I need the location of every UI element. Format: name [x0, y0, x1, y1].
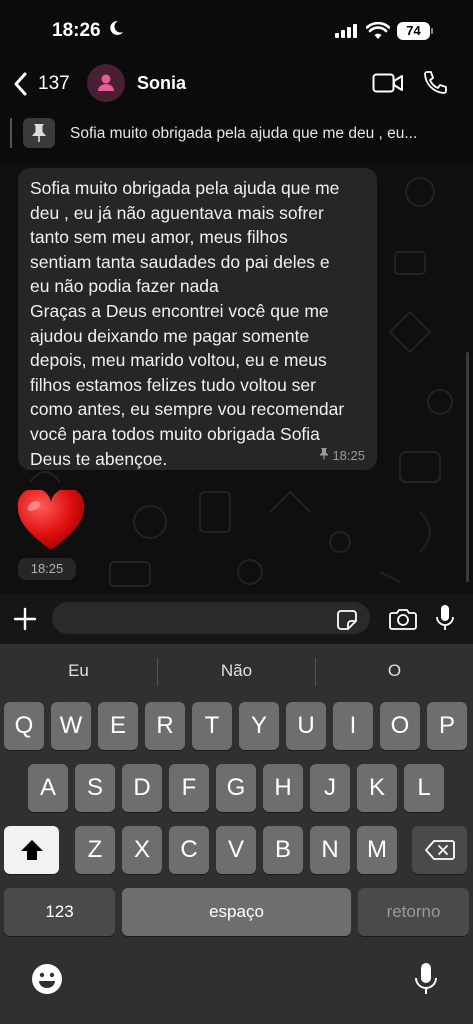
shift-key[interactable]	[4, 826, 59, 874]
video-call-icon[interactable]	[372, 72, 404, 99]
key-t[interactable]: T	[192, 702, 232, 750]
sticker-icon[interactable]	[337, 610, 357, 635]
battery-tip	[431, 28, 433, 34]
suggestion-1[interactable]: Eu	[0, 644, 157, 698]
space-key[interactable]: espaço	[122, 888, 351, 936]
suggestion-2[interactable]: Não	[158, 644, 315, 698]
unread-count[interactable]: 137	[38, 73, 70, 95]
message-bubble[interactable]: Sofia muito obrigada pela ajuda que me d…	[18, 168, 377, 470]
status-time: 18:26	[52, 20, 101, 41]
message-line: sentiam tanta saudades do pai deles e	[30, 251, 330, 272]
key-u[interactable]: U	[286, 702, 326, 750]
message-line: ajudou deixando me pagar somente	[30, 325, 310, 346]
heart-message-timestamp: 18:25	[18, 558, 76, 580]
message-line: Graças a Deus encontrei você que me	[30, 300, 329, 321]
message-line: você para todos muito obrigada Sofia	[30, 423, 320, 444]
message-text: Sofia muito obrigada pela ajuda que me d…	[30, 176, 370, 471]
pinned-message-text: Sofia muito obrigada pela ajuda que me d…	[70, 125, 418, 142]
message-line: eu não podia fazer nada	[30, 276, 219, 297]
phone-call-icon[interactable]	[422, 70, 448, 101]
message-input[interactable]	[52, 602, 370, 634]
key-z[interactable]: Z	[75, 826, 115, 874]
key-g[interactable]: G	[216, 764, 256, 812]
key-m[interactable]: M	[357, 826, 397, 874]
shift-arrow-icon	[20, 840, 43, 860]
wifi-icon	[365, 21, 391, 45]
message-timestamp: 18:25	[319, 448, 365, 463]
pin-icon	[319, 448, 329, 463]
key-a[interactable]: A	[28, 764, 68, 812]
key-v[interactable]: V	[216, 826, 256, 874]
heart-emoji-message[interactable]	[16, 488, 86, 552]
plus-icon[interactable]	[12, 606, 38, 637]
scroll-indicator[interactable]	[466, 352, 469, 582]
cellular-signal-icon	[335, 24, 359, 43]
key-w[interactable]: W	[51, 702, 91, 750]
return-key[interactable]: retorno	[358, 888, 469, 936]
dictation-microphone-icon[interactable]	[413, 962, 439, 1001]
key-o[interactable]: O	[380, 702, 420, 750]
message-line: depois, meu marido voltou, eu e meus	[30, 350, 327, 371]
pinned-message-banner[interactable]: Sofia muito obrigada pela ajuda que me d…	[0, 110, 473, 162]
key-q[interactable]: Q	[4, 702, 44, 750]
key-c[interactable]: C	[169, 826, 209, 874]
message-line: Sofia muito obrigada pela ajuda que me	[30, 178, 340, 198]
numbers-key[interactable]: 123	[4, 888, 115, 936]
message-line: deu , eu já não aguentava mais sofrer	[30, 202, 324, 223]
backspace-key[interactable]	[412, 826, 467, 874]
keyboard: Eu Não O Q W E R T Y U I O P A S D F G H…	[0, 644, 473, 1024]
battery-icon: 74	[397, 22, 430, 40]
chat-area[interactable]: Sofia muito obrigada pela ajuda que me d…	[0, 162, 473, 594]
moon-icon	[108, 20, 124, 41]
key-k[interactable]: K	[357, 764, 397, 812]
status-bar: 18:26 74	[0, 0, 473, 62]
message-composer	[0, 594, 473, 644]
camera-icon[interactable]	[389, 607, 417, 636]
message-time: 18:25	[332, 448, 365, 463]
message-line: como antes, eu sempre vou recomendar	[30, 399, 345, 420]
backspace-icon	[424, 840, 455, 860]
key-x[interactable]: X	[122, 826, 162, 874]
key-l[interactable]: L	[404, 764, 444, 812]
suggestion-3[interactable]: O	[316, 644, 473, 698]
key-i[interactable]: I	[333, 702, 373, 750]
pin-icon	[23, 118, 55, 148]
key-r[interactable]: R	[145, 702, 185, 750]
key-j[interactable]: J	[310, 764, 350, 812]
back-chevron-icon[interactable]	[10, 70, 32, 98]
key-n[interactable]: N	[310, 826, 350, 874]
contact-name[interactable]: Sonia	[137, 73, 186, 94]
key-f[interactable]: F	[169, 764, 209, 812]
key-s[interactable]: S	[75, 764, 115, 812]
message-line: tanto sem meu amor, meus filhos	[30, 227, 288, 248]
emoji-icon[interactable]	[30, 962, 64, 1001]
key-y[interactable]: Y	[239, 702, 279, 750]
chat-header: 137 Sonia	[0, 62, 473, 106]
microphone-icon[interactable]	[435, 604, 455, 637]
key-e[interactable]: E	[98, 702, 138, 750]
avatar[interactable]	[87, 64, 125, 102]
key-d[interactable]: D	[122, 764, 162, 812]
pinned-indicator	[10, 118, 12, 148]
key-b[interactable]: B	[263, 826, 303, 874]
key-h[interactable]: H	[263, 764, 303, 812]
key-p[interactable]: P	[427, 702, 467, 750]
message-line: filhos estamos felizes tudo voltou ser	[30, 374, 316, 395]
